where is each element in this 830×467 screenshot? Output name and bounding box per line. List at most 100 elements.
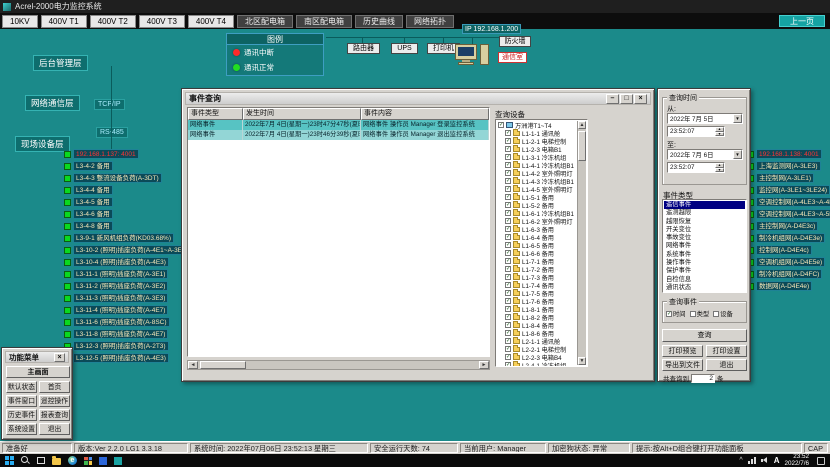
checkbox-icon[interactable]: [505, 130, 511, 136]
pinned-app-icon[interactable]: [99, 457, 107, 465]
checkbox-icon[interactable]: [505, 266, 511, 272]
from-time-input[interactable]: 23:52:07 ▲ ▼: [667, 126, 725, 137]
checkbox-icon[interactable]: [505, 170, 511, 176]
checkbox-icon[interactable]: [505, 306, 511, 312]
device-item[interactable]: 主控制网(A-3LE1): [747, 173, 830, 183]
previous-page-button[interactable]: 上一页: [779, 15, 825, 27]
pinned-app-icon[interactable]: [114, 457, 122, 465]
scrollbar-thumb[interactable]: [200, 361, 246, 369]
nav-tab[interactable]: 网络拓扑: [406, 15, 454, 28]
device-item[interactable]: L3-4-6 备用: [64, 209, 194, 219]
nav-tab[interactable]: 南区配电箱: [296, 15, 352, 28]
close-button[interactable]: ×: [634, 94, 647, 104]
ups-node[interactable]: UPS: [391, 43, 418, 54]
checkbox-icon[interactable]: [505, 202, 511, 208]
print-setup-button[interactable]: 打印设置: [706, 345, 747, 357]
device-item[interactable]: L3-4-5 备用: [64, 197, 194, 207]
event-row[interactable]: 网络事件 2022年7月 4日(星期一)23时46分39秒(夏时制) 网络事件 …: [188, 130, 489, 140]
device-item[interactable]: L3-11-2 (照明)插座负荷(A-3E2): [64, 281, 194, 291]
device-item[interactable]: L3-4-3 整流设备负荷(A-3DT): [64, 173, 194, 183]
device-item[interactable]: 192.168.1.137: 4001: [64, 149, 194, 159]
checkbox-icon[interactable]: [505, 138, 511, 144]
scrollbar-thumb[interactable]: [578, 131, 586, 161]
checkbox-icon[interactable]: [505, 162, 511, 168]
checkbox-icon[interactable]: [505, 234, 511, 240]
checkbox-icon[interactable]: [505, 178, 511, 184]
event-type-option[interactable]: 遥测越限: [664, 209, 745, 217]
horizontal-scrollbar[interactable]: ◄ ►: [187, 360, 490, 370]
taskbar-clock[interactable]: 23:52 2022/7/6: [784, 454, 809, 467]
tree-item[interactable]: L2-4-1 冷冻机组: [498, 361, 576, 367]
event-type-option[interactable]: 网络事件: [664, 242, 745, 250]
device-item[interactable]: L3-9-1 新风机组负荷(KD03.68%): [64, 233, 194, 243]
dropdown-icon[interactable]: ▼: [733, 114, 742, 123]
device-item[interactable]: L3-4-8 备用: [64, 221, 194, 231]
checkbox-icon[interactable]: [505, 250, 511, 256]
scroll-left-icon[interactable]: ◄: [188, 361, 198, 369]
device-item[interactable]: 空调控制网(A-4LE3~A-4LE5): [747, 197, 830, 207]
checkbox-icon[interactable]: [505, 274, 511, 280]
device-item[interactable]: L3-12-5 (照明)插座负荷(A-4E3): [64, 353, 194, 363]
checkbox-icon[interactable]: [505, 210, 511, 216]
event-row[interactable]: 网络事件 2022年7月 4日(星期一)23时47分47秒(夏时制) 网络事件 …: [188, 120, 489, 130]
to-time-input[interactable]: 23:52:07 ▲ ▼: [667, 162, 725, 173]
event-type-option[interactable]: 自检信息: [664, 276, 745, 284]
column-header-time[interactable]: 发生时间: [243, 108, 361, 120]
event-type-option[interactable]: 越限恢复: [664, 218, 745, 226]
dropdown-icon[interactable]: ▼: [733, 150, 742, 159]
filter-checkbox[interactable]: 类型: [690, 309, 710, 318]
menu-button[interactable]: 首页: [39, 381, 70, 393]
device-item[interactable]: L3-11-4 (照明)插座负荷(A-4E7): [64, 305, 194, 315]
event-type-option[interactable]: 系统事件: [664, 251, 745, 259]
device-item[interactable]: L3-12-3 (照明)插座负荷(A-2T3): [64, 341, 194, 351]
device-item[interactable]: L3-11-6 (照明)插座负荷(A-8SC): [64, 317, 194, 327]
menu-button[interactable]: 退出: [39, 423, 70, 435]
checkbox-icon[interactable]: [505, 290, 511, 296]
device-item[interactable]: L3-11-1 (照明)插座负荷(A-3E1): [64, 269, 194, 279]
spin-down-icon[interactable]: ▼: [715, 132, 724, 137]
tree-scrollbar[interactable]: ▲ ▼: [577, 121, 586, 365]
close-icon[interactable]: ×: [54, 353, 65, 362]
device-item[interactable]: L3-11-8 (照明)插座负荷(A-4E7): [64, 329, 194, 339]
checkbox-icon[interactable]: [505, 194, 511, 200]
monitor-host-icon[interactable]: [455, 44, 491, 70]
menu-button[interactable]: 遥控操作: [39, 395, 70, 407]
filter-checkbox[interactable]: 设备: [713, 309, 733, 318]
notification-center-icon[interactable]: [817, 457, 825, 465]
maximize-button[interactable]: □: [620, 94, 633, 104]
menu-button[interactable]: 报表查询: [39, 409, 70, 421]
menu-button[interactable]: 默认状态: [6, 381, 37, 393]
nav-tab[interactable]: 400V T1: [41, 15, 87, 28]
print-preview-button[interactable]: 打印预览: [662, 345, 703, 357]
device-item[interactable]: 控制网(A-D4E4c): [747, 245, 830, 255]
main-screen-button[interactable]: 主画面: [6, 366, 70, 378]
device-item[interactable]: 数据网(A-D4E4e): [747, 281, 830, 291]
device-item[interactable]: 制冷机组网(A-D4E3e): [747, 233, 830, 243]
device-item[interactable]: 空调控制网(A-4LE3~A-5LE5): [747, 209, 830, 219]
column-header-type[interactable]: 事件类型: [188, 108, 243, 120]
device-item[interactable]: 空调机组网(A-D4E5e): [747, 257, 830, 267]
tray-expand-icon[interactable]: ^: [739, 457, 742, 464]
checkbox-icon[interactable]: [505, 186, 511, 192]
checkbox-icon[interactable]: [505, 354, 511, 360]
checkbox-icon[interactable]: [498, 122, 504, 128]
nav-tab[interactable]: 10KV: [2, 15, 38, 28]
checkbox-icon[interactable]: [505, 322, 511, 328]
event-type-option[interactable]: 通讯状态: [664, 284, 745, 292]
exit-button[interactable]: 退出: [706, 359, 747, 371]
menu-button[interactable]: 历史事件: [6, 409, 37, 421]
nav-tab[interactable]: 400V T3: [139, 15, 185, 28]
router-node[interactable]: 路由器: [347, 43, 380, 54]
checkbox-icon[interactable]: [505, 258, 511, 264]
device-item[interactable]: 上海监测网(A-3LE3): [747, 161, 830, 171]
scroll-down-icon[interactable]: ▼: [578, 357, 586, 365]
checkbox-icon[interactable]: [505, 146, 511, 152]
time-spinner[interactable]: ▲ ▼: [715, 127, 724, 136]
checkbox-icon[interactable]: [505, 154, 511, 160]
event-type-option[interactable]: 保护事件: [664, 267, 745, 275]
nav-tab[interactable]: 400V T4: [188, 15, 234, 28]
time-spinner[interactable]: ▲ ▼: [715, 163, 724, 172]
volume-icon[interactable]: [761, 457, 769, 464]
checkbox-icon[interactable]: [505, 362, 511, 367]
network-tray-icon[interactable]: [748, 457, 756, 464]
